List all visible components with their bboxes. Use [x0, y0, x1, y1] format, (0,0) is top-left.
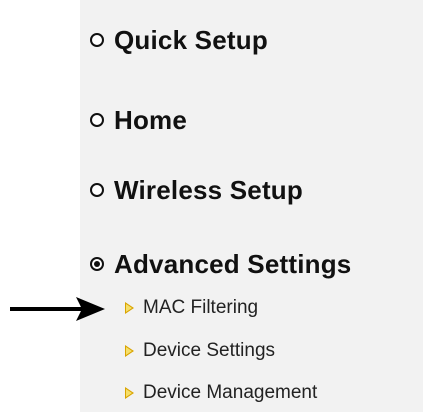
menu-item-quick-setup[interactable]: Quick Setup [90, 22, 268, 58]
menu-item-advanced-settings[interactable]: Advanced Settings [90, 246, 351, 282]
triangle-right-icon [125, 302, 134, 314]
triangle-right-icon [125, 387, 134, 399]
menu-item-label: Home [114, 104, 188, 135]
radio-dot [94, 261, 100, 267]
menu-item-home[interactable]: Home [90, 102, 187, 138]
menu-item-wireless-setup[interactable]: Wireless Setup [90, 172, 303, 208]
menu-item-label: Quick Setup [114, 24, 268, 55]
submenu-item-mac-filtering[interactable]: MAC Filtering [125, 296, 258, 320]
radio-empty-icon [90, 183, 104, 197]
submenu-item-device-settings[interactable]: Device Settings [125, 339, 275, 363]
radio-empty-icon [90, 113, 104, 127]
submenu-item-label: Device Settings [143, 340, 276, 361]
arrow-right-icon [10, 297, 105, 321]
radio-selected-icon [90, 257, 104, 271]
submenu-item-label: MAC Filtering [143, 297, 259, 318]
menu-item-label: Wireless Setup [114, 174, 303, 205]
radio-empty-icon [90, 33, 104, 47]
submenu-item-device-management[interactable]: Device Management [125, 381, 317, 405]
submenu-item-label: Device Management [143, 382, 318, 403]
triangle-right-icon [125, 345, 134, 357]
menu-item-label: Advanced Settings [114, 248, 352, 279]
screenshot-stage: Quick Setup Home Wireless Setup Advanced… [0, 0, 423, 412]
